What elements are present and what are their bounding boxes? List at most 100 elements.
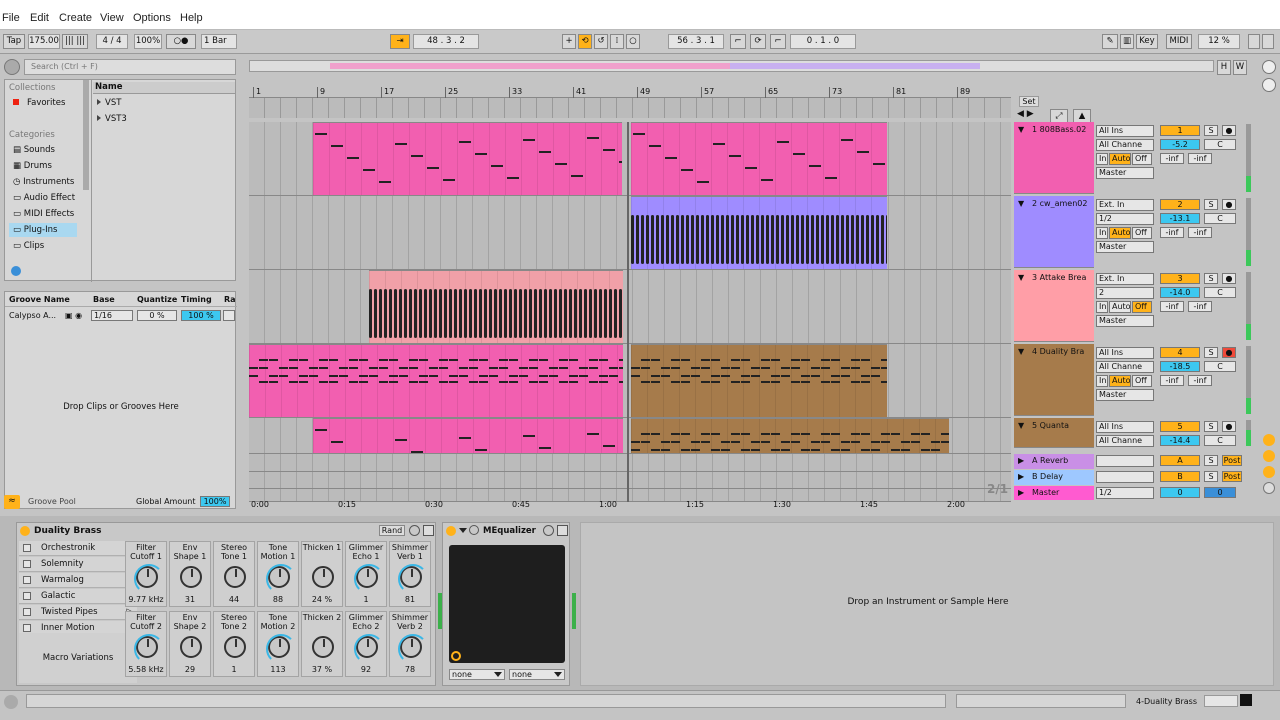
add-folder-icon[interactable] bbox=[11, 266, 21, 276]
arm-button[interactable]: ● bbox=[1222, 347, 1236, 358]
track-fold-icon[interactable]: ▼ bbox=[1018, 199, 1024, 208]
macro-macros_top-7[interactable]: Shimmer Verb 1 81 bbox=[389, 541, 431, 607]
locator-nav-icons[interactable]: ◀ ▶ bbox=[1017, 109, 1034, 119]
menu-view[interactable]: View bbox=[100, 12, 124, 24]
send-b[interactable]: -inf bbox=[1188, 227, 1212, 238]
track-name[interactable]: 1 808Bass.02 bbox=[1032, 125, 1094, 134]
rack-power-icon[interactable] bbox=[20, 526, 30, 536]
track-lane[interactable] bbox=[249, 196, 1011, 270]
macro-knob[interactable] bbox=[354, 634, 384, 664]
return-solo[interactable]: S bbox=[1204, 471, 1218, 482]
master-volume[interactable]: 0 bbox=[1160, 487, 1200, 498]
browser-item-vst[interactable]: VST bbox=[97, 98, 121, 108]
track-name[interactable]: 2 cw_amen02 bbox=[1032, 199, 1094, 208]
track-volume[interactable]: -14.0 bbox=[1160, 287, 1200, 298]
category-instruments[interactable]: ◷ Instruments bbox=[13, 177, 75, 187]
solo-button[interactable]: S bbox=[1204, 125, 1218, 136]
macro-knob[interactable] bbox=[224, 636, 246, 658]
return-activator[interactable]: B bbox=[1160, 471, 1200, 482]
clip-duality-1[interactable] bbox=[249, 344, 623, 417]
macro-macros_top-1[interactable]: Filter Cutoff 1 9.77 kHz bbox=[125, 541, 167, 607]
device-chain-overview[interactable] bbox=[1204, 695, 1238, 707]
info-toggle-icon[interactable] bbox=[4, 695, 18, 709]
track-lane[interactable] bbox=[249, 454, 1011, 472]
punch-in-icon[interactable]: ⌐ bbox=[730, 34, 746, 49]
arrangement-position[interactable]: 48 . 3 . 2 bbox=[413, 34, 479, 49]
send-b[interactable]: -inf bbox=[1188, 153, 1212, 164]
solo-button[interactable]: S bbox=[1204, 421, 1218, 432]
macro-knob[interactable] bbox=[134, 564, 164, 594]
help-icon[interactable] bbox=[1262, 60, 1276, 74]
loop-start-field[interactable]: 56 . 3 . 1 bbox=[668, 34, 724, 49]
macro-macros_bottom-1[interactable]: Filter Cutoff 2 5.58 kHz bbox=[125, 611, 167, 677]
groove-commit-icon[interactable]: ▣ ◉ bbox=[65, 311, 82, 320]
chain-toggle-icon[interactable] bbox=[23, 560, 31, 568]
solo-button[interactable]: S bbox=[1204, 347, 1218, 358]
return-empty-io[interactable] bbox=[1096, 471, 1154, 483]
arm-button[interactable]: ● bbox=[1222, 421, 1236, 432]
follow-button[interactable]: ⇥ bbox=[390, 34, 410, 49]
macro-macros_top-5[interactable]: Thicken 1 24 % bbox=[301, 541, 343, 607]
browser-item-vst3[interactable]: VST3 bbox=[97, 114, 127, 124]
meq-options-icon[interactable] bbox=[543, 525, 554, 536]
macro-macros_bottom-5[interactable]: Thicken 2 37 % bbox=[301, 611, 343, 677]
track-channel-select[interactable]: All Channe bbox=[1096, 139, 1154, 151]
track-name[interactable]: 3 Attake Brea bbox=[1032, 273, 1094, 282]
track-channel-select[interactable]: 1/2 bbox=[1096, 213, 1154, 225]
category-plug-ins[interactable]: ▭ Plug-Ins bbox=[9, 223, 77, 237]
track-fold-icon[interactable]: ▼ bbox=[1018, 125, 1024, 134]
macro-knob[interactable] bbox=[398, 634, 428, 664]
track-pan[interactable]: C bbox=[1204, 435, 1236, 446]
chain-item[interactable]: Twisted Pipes▷ bbox=[19, 605, 137, 620]
return-fold-icon[interactable]: ▶ bbox=[1018, 472, 1024, 481]
clip-quanta-2[interactable] bbox=[631, 418, 949, 453]
rand-button[interactable]: Rand bbox=[379, 525, 405, 536]
groove-timing-field[interactable]: 100 % bbox=[181, 310, 221, 321]
keyboard-icon[interactable]: ▥ bbox=[1120, 34, 1134, 49]
clip-amen[interactable] bbox=[631, 196, 887, 269]
track-lane[interactable] bbox=[249, 472, 1011, 489]
track-fold-icon[interactable]: ▼ bbox=[1018, 273, 1024, 282]
track-pan[interactable]: C bbox=[1204, 287, 1236, 298]
quantize-menu[interactable]: 1 Bar bbox=[201, 34, 237, 49]
re-enable-automation-icon[interactable]: ↺ bbox=[594, 34, 608, 49]
name-column-header[interactable]: Name bbox=[93, 82, 235, 94]
automation-arm-icon[interactable]: ⟲ bbox=[578, 34, 592, 49]
return-post-button[interactable]: Post bbox=[1222, 455, 1242, 466]
arm-button[interactable]: ● bbox=[1222, 273, 1236, 284]
macro-knob[interactable] bbox=[398, 564, 428, 594]
macro-macros_top-6[interactable]: Glimmer Echo 1 1 bbox=[345, 541, 387, 607]
tempo-field[interactable]: 175.00 bbox=[28, 34, 60, 49]
macro-macros_bottom-2[interactable]: Env Shape 2 29 bbox=[169, 611, 211, 677]
track-output-select[interactable]: Master bbox=[1096, 167, 1154, 179]
session-record-icon[interactable]: ○ bbox=[626, 34, 640, 49]
meq-power-icon[interactable] bbox=[446, 526, 456, 536]
browser-toggle-icon[interactable] bbox=[4, 59, 20, 75]
clip-808bass-1[interactable] bbox=[313, 122, 622, 195]
menu-options[interactable]: Options bbox=[133, 12, 171, 24]
returns-toggle-icon[interactable] bbox=[1263, 450, 1275, 462]
track-name[interactable]: 5 Quanta bbox=[1032, 421, 1094, 430]
macro-macros_bottom-3[interactable]: Stereo Tone 2 1 bbox=[213, 611, 255, 677]
arm-button[interactable]: ● bbox=[1222, 199, 1236, 210]
track-output-select[interactable]: Master bbox=[1096, 315, 1154, 327]
track-pan[interactable]: C bbox=[1204, 213, 1236, 224]
track-header-5[interactable]: ▼ 5 Quanta bbox=[1014, 418, 1094, 448]
track-output-select[interactable]: Master bbox=[1096, 241, 1154, 253]
send-a[interactable]: -inf bbox=[1160, 153, 1184, 164]
time-ruler[interactable]: 0:00 0:15 0:30 0:45 1:00 1:15 1:30 1:45 2:00 bbox=[249, 496, 1011, 510]
category-clips[interactable]: ▭ Clips bbox=[13, 241, 44, 251]
send-a[interactable]: -inf bbox=[1160, 301, 1184, 312]
return-empty-io[interactable] bbox=[1096, 455, 1154, 467]
metronome-button[interactable]: ○● bbox=[166, 34, 196, 49]
chain-toggle-icon[interactable] bbox=[23, 576, 31, 584]
chain-toggle-icon[interactable] bbox=[23, 544, 31, 552]
delay-toggle-icon[interactable] bbox=[1263, 482, 1275, 494]
loop-switch-icon[interactable]: ⟳ bbox=[750, 34, 766, 49]
monitor-off-button[interactable]: Off bbox=[1132, 301, 1152, 313]
macro-macros_top-3[interactable]: Stereo Tone 1 44 bbox=[213, 541, 255, 607]
draw-mode-icon[interactable]: ✎ bbox=[1102, 34, 1118, 49]
menu-file[interactable]: File bbox=[2, 12, 20, 24]
zoom-field[interactable]: 100% bbox=[134, 34, 162, 49]
send-a[interactable]: -inf bbox=[1160, 227, 1184, 238]
